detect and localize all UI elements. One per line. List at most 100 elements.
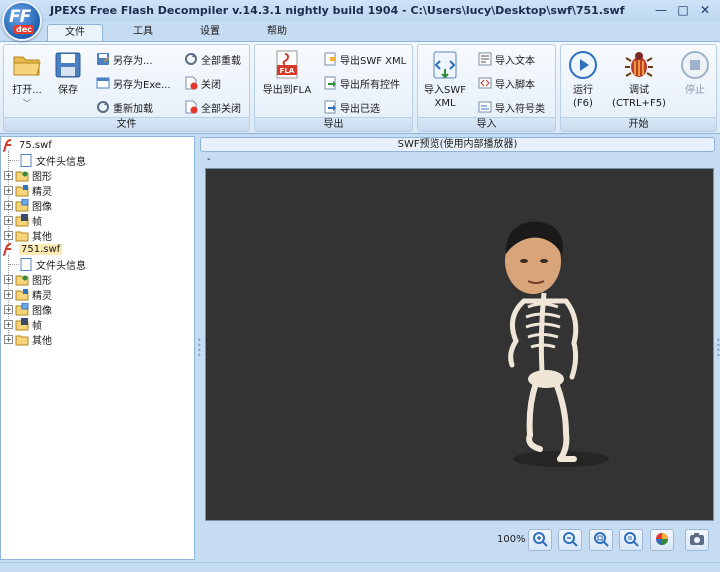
export-all-button[interactable]: 导出所有控件 — [323, 74, 400, 92]
tree-item-header[interactable]: 文件头信息 — [7, 153, 86, 168]
tab-help[interactable]: 帮助 — [252, 24, 302, 41]
zoom-level: 100% — [497, 534, 526, 545]
import-script-icon — [478, 76, 492, 90]
reload-button[interactable]: 重新加载 — [96, 98, 153, 116]
expand-icon[interactable]: + — [4, 216, 13, 225]
zoom-in-button[interactable] — [528, 529, 552, 551]
tree-item-label: 其他 — [32, 232, 52, 243]
preview-frame-indicator: - — [207, 154, 211, 165]
close-file-label: 关闭 — [201, 79, 221, 91]
export-fla-button[interactable]: FLA 导出到FLA — [257, 49, 317, 97]
zoom-out-icon — [562, 531, 578, 550]
expand-icon[interactable]: + — [4, 186, 13, 195]
close-file-button[interactable]: 关闭 — [184, 74, 221, 92]
save-as-button[interactable]: 另存为... — [96, 50, 153, 68]
export-selected-button[interactable]: 导出已选 — [323, 98, 380, 116]
save-as-icon — [96, 52, 110, 66]
tree-item-images[interactable]: + 图像 — [4, 198, 52, 213]
export-xml-icon — [323, 52, 337, 66]
tree-item-images[interactable]: + 图像 — [4, 302, 52, 317]
color-wheel-icon — [654, 531, 670, 550]
snapshot-button[interactable] — [685, 529, 709, 551]
open-button[interactable]: 打开... ﹀ — [7, 49, 47, 110]
floppy-disk-icon — [52, 49, 84, 81]
tree-item-shapes[interactable]: + 图形 — [4, 168, 52, 183]
zoom-in-icon — [532, 531, 548, 550]
app-logo-icon[interactable]: FF dec — [2, 1, 42, 41]
expand-icon[interactable]: + — [4, 320, 13, 329]
import-symbols-icon — [478, 100, 492, 114]
minimize-button[interactable]: — — [650, 1, 672, 19]
export-swf-xml-button[interactable]: 导出SWF XML — [323, 50, 406, 68]
reload-all-icon — [184, 52, 198, 66]
import-swf-xml-label-2: XML — [434, 98, 456, 109]
tree-item-frames[interactable]: + 帧 — [4, 317, 42, 332]
import-symbols-button[interactable]: 导入符号类 — [478, 98, 545, 116]
vertical-splitter-handle[interactable]: • • • • — [197, 337, 202, 360]
save-button[interactable]: 保存 — [50, 49, 86, 97]
save-as-exe-button[interactable]: 另存为Exe... — [96, 74, 171, 92]
export-swf-xml-label: 导出SWF XML — [340, 55, 407, 67]
export-group-label: 导出 — [255, 117, 412, 131]
zoom-out-button[interactable] — [558, 529, 582, 551]
tree-item-sprites[interactable]: + 精灵 — [4, 183, 52, 198]
import-script-button[interactable]: 导入脚本 — [478, 74, 535, 92]
tab-tools[interactable]: 工具 — [118, 24, 168, 41]
tab-settings[interactable]: 设置 — [185, 24, 235, 41]
tree-item-frames[interactable]: + 帧 — [4, 213, 42, 228]
expand-icon[interactable]: + — [4, 335, 13, 344]
tree-root-75-swf[interactable]: 75.swf — [2, 138, 52, 153]
import-swf-xml-label-1: 导入SWF — [424, 85, 466, 96]
tree-item-label: 文件头信息 — [36, 261, 86, 272]
document-icon — [19, 258, 33, 271]
play-icon — [567, 49, 599, 81]
preview-header: SWF预览(使用内部播放器) — [200, 137, 715, 152]
document-icon — [19, 154, 33, 167]
expand-icon[interactable]: + — [4, 231, 13, 240]
close-button[interactable]: ✕ — [694, 1, 716, 19]
open-label: 打开... — [12, 85, 42, 96]
reload-all-label: 全部重载 — [201, 55, 241, 67]
expand-icon[interactable]: + — [4, 171, 13, 180]
expand-icon[interactable]: + — [4, 201, 13, 210]
tree-item-header[interactable]: 文件头信息 — [7, 257, 86, 272]
expand-icon[interactable]: + — [4, 305, 13, 314]
tree-item-others[interactable]: + 其他 — [4, 228, 52, 243]
tree-item-others[interactable]: + 其他 — [4, 332, 52, 347]
status-bar — [0, 562, 720, 572]
export-selected-icon — [323, 100, 337, 114]
debug-button[interactable]: 调试 (CTRL+F5) — [609, 49, 669, 110]
tag-tree-panel: 75.swf 文件头信息 + 图形 + 精灵 + 图像 + 帧 + 其他 751… — [0, 136, 195, 560]
import-swf-xml-button[interactable]: 导入SWF XML — [420, 49, 470, 110]
right-splitter-handle[interactable]: •••• — [716, 337, 720, 360]
fla-badge-text: FLA — [280, 67, 295, 75]
stop-icon — [679, 49, 711, 81]
tree-root-label: 75.swf — [19, 140, 52, 151]
export-fla-label: 导出到FLA — [262, 85, 312, 96]
stop-button[interactable]: 停止 — [675, 49, 715, 97]
tree-item-label: 帧 — [32, 321, 42, 332]
tree-root-751-swf[interactable]: 751.swf — [2, 242, 63, 257]
sprites-folder-icon — [15, 288, 29, 301]
open-dropdown-arrow[interactable]: ﹀ — [7, 97, 47, 110]
zoom-fit-button[interactable] — [589, 529, 613, 551]
swf-preview-stage[interactable] — [205, 168, 714, 521]
tab-file[interactable]: 文件 — [47, 24, 103, 41]
import-symbols-label: 导入符号类 — [495, 103, 545, 115]
others-folder-icon — [15, 229, 29, 242]
expand-icon[interactable]: + — [4, 275, 13, 284]
images-folder-icon — [15, 198, 29, 212]
run-button[interactable]: 运行 (F6) — [563, 49, 603, 110]
color-picker-button[interactable] — [650, 529, 674, 551]
import-text-button[interactable]: 导入文本 — [478, 50, 535, 68]
reload-all-button[interactable]: 全部重载 — [184, 50, 241, 68]
close-all-button[interactable]: 全部关闭 — [184, 98, 241, 116]
tree-item-sprites[interactable]: + 精灵 — [4, 287, 52, 302]
tree-item-shapes[interactable]: + 图形 — [4, 272, 52, 287]
zoom-reset-button[interactable] — [619, 529, 643, 551]
save-as-label: 另存为... — [113, 55, 153, 67]
maximize-button[interactable]: □ — [672, 1, 694, 19]
expand-icon[interactable]: + — [4, 290, 13, 299]
tree-item-label: 图像 — [32, 202, 52, 213]
close-all-label: 全部关闭 — [201, 103, 241, 115]
